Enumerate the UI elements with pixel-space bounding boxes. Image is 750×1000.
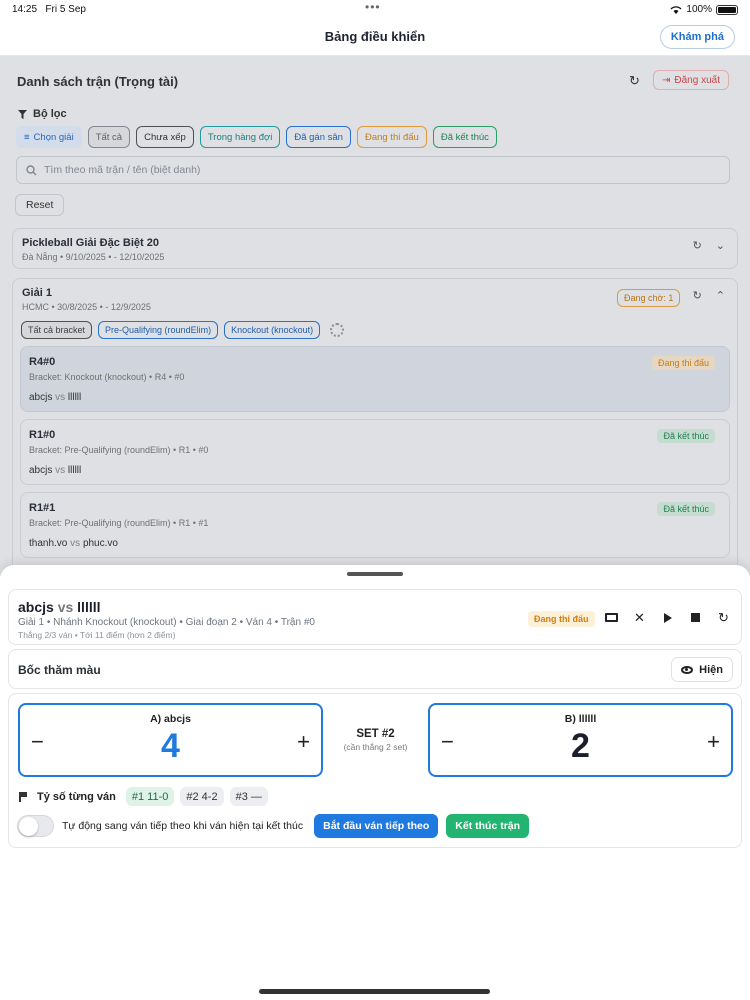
status-badge: Đang thi đấu <box>528 611 595 627</box>
decrement-a-button[interactable]: − <box>31 729 44 755</box>
status-date: Fri 5 Sep <box>45 4 86 15</box>
decrement-b-button[interactable]: − <box>441 729 454 755</box>
play-icon[interactable] <box>660 609 675 626</box>
close-icon[interactable]: ✕ <box>632 609 647 626</box>
battery-icon <box>716 4 738 15</box>
eye-icon <box>681 665 694 674</box>
auto-next-row: Tự động sang ván tiếp theo khi ván hiện … <box>17 814 530 838</box>
flag-icon <box>19 791 27 802</box>
multitasking-dots-icon[interactable]: ••• <box>365 0 381 14</box>
game-scores: Tỷ số từng ván #1 11-0 #2 4-2 #3 — <box>19 787 268 806</box>
explore-button[interactable]: Khám phá <box>659 25 735 49</box>
page-title: Bảng điều khiển <box>324 29 426 44</box>
show-button[interactable]: Hiện <box>671 657 733 682</box>
fullscreen-icon[interactable] <box>604 609 619 626</box>
top-nav: Bảng điều khiển Khám phá <box>0 20 750 56</box>
match-title: abcjs vs llllll <box>18 599 101 615</box>
game-score-chip: #2 4-2 <box>180 787 224 806</box>
set-info: SET #2 (cần thắng 2 set) <box>323 728 428 752</box>
team-a-panel: A) abcjs 4 − + <box>18 703 323 777</box>
auto-next-label: Tự động sang ván tiếp theo khi ván hiện … <box>62 820 304 832</box>
status-bar: 14:25 Fri 5 Sep ••• 100% <box>0 0 750 20</box>
end-match-button[interactable]: Kết thúc trận <box>446 814 530 838</box>
show-label: Hiện <box>699 663 723 676</box>
team-b-panel: B) llllll 2 − + <box>428 703 733 777</box>
team-a-label: A) abcjs <box>150 713 191 725</box>
set-subtitle: (cần thắng 2 set) <box>343 742 408 752</box>
team-a-score: 4 <box>161 727 180 765</box>
game-score-chip: #1 11-0 <box>125 787 175 806</box>
set-title: SET #2 <box>356 728 395 740</box>
home-indicator[interactable] <box>259 989 490 994</box>
sheet-backdrop[interactable] <box>0 56 750 576</box>
wifi-icon <box>670 5 682 14</box>
game-scores-label: Tỷ số từng ván <box>37 790 116 803</box>
auto-next-toggle[interactable] <box>17 815 54 837</box>
sheet-grabber[interactable] <box>347 572 403 576</box>
increment-b-button[interactable]: + <box>707 729 720 755</box>
match-rules: Thắng 2/3 ván • Tới 11 điểm (hơn 2 điểm) <box>18 630 176 640</box>
team-b-score: 2 <box>571 727 590 765</box>
status-time: 14:25 <box>12 4 38 15</box>
match-actions: ✕ ↻ <box>604 609 731 626</box>
match-info: Giải 1 • Nhánh Knockout (knockout) • Gia… <box>18 617 315 628</box>
stop-icon[interactable] <box>688 609 703 626</box>
increment-a-button[interactable]: + <box>297 729 310 755</box>
toss-title: Bốc thăm màu <box>18 663 101 677</box>
battery-percent: 100% <box>686 4 712 15</box>
match-control-sheet: abcjs vs llllll Giải 1 • Nhánh Knockout … <box>0 565 750 1000</box>
scoreboard: A) abcjs 4 − + SET #2 (cần thắng 2 set) … <box>8 693 742 848</box>
match-header: abcjs vs llllll Giải 1 • Nhánh Knockout … <box>8 589 742 645</box>
color-toss-panel: Bốc thăm màu Hiện <box>8 649 742 689</box>
refresh-icon[interactable]: ↻ <box>716 609 731 626</box>
team-b-label: B) llllll <box>564 713 597 725</box>
start-next-game-button[interactable]: Bắt đầu ván tiếp theo <box>314 814 439 838</box>
game-score-chip: #3 — <box>229 787 268 806</box>
